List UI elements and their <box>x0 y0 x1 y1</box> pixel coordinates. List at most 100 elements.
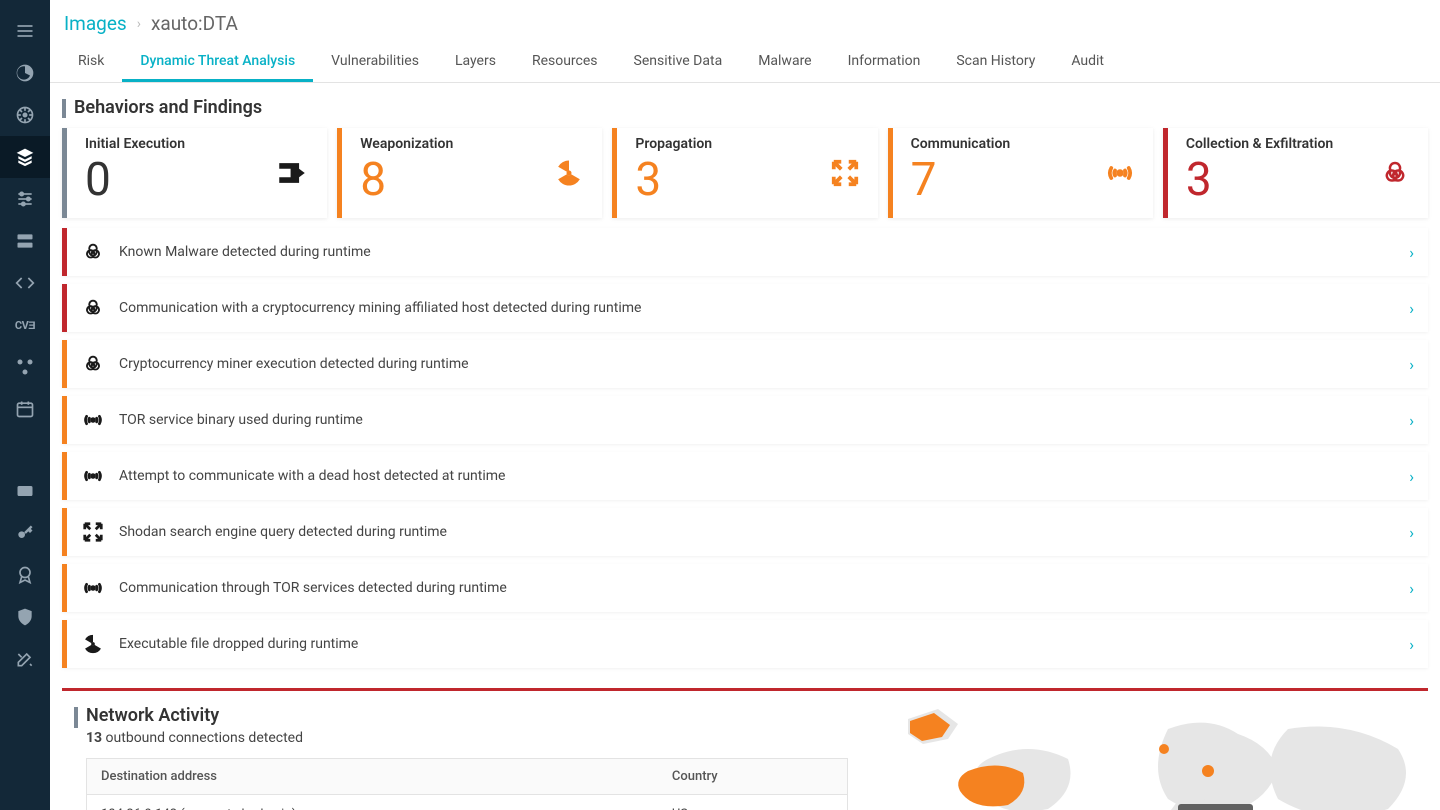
finding-row[interactable]: Attempt to communicate with a dead host … <box>62 452 1428 500</box>
sidebar-menu[interactable] <box>0 10 50 52</box>
finding-text: Executable file dropped during runtime <box>119 636 1395 652</box>
tab-information[interactable]: Information <box>830 43 939 82</box>
section-title: Behaviors and Findings <box>50 83 1440 128</box>
radiation-icon <box>554 158 584 188</box>
finding-text: Known Malware detected during runtime <box>119 244 1395 260</box>
stat-card-weaponization[interactable]: Weaponization8 <box>337 128 602 218</box>
card-title: Initial Execution <box>85 136 185 152</box>
finding-row[interactable]: Communication through TOR services detec… <box>62 564 1428 612</box>
map-svg <box>868 699 1428 810</box>
stat-card-propagation[interactable]: Propagation3 <box>612 128 877 218</box>
card-title: Weaponization <box>360 136 453 152</box>
tab-audit[interactable]: Audit <box>1053 43 1122 82</box>
sidebar-calendar-icon[interactable] <box>0 388 50 430</box>
card-value: 0 <box>85 153 111 207</box>
biohazard-icon <box>1380 158 1410 188</box>
card-title: Collection & Exfiltration <box>1186 136 1333 152</box>
stat-card-initial-execution[interactable]: Initial Execution0 <box>62 128 327 218</box>
sidebar-nodes-icon[interactable] <box>0 346 50 388</box>
sidebar-code-icon[interactable] <box>0 262 50 304</box>
chevron-right-icon[interactable]: › <box>1409 299 1414 318</box>
tab-risk[interactable]: Risk <box>60 43 122 82</box>
card-value: 3 <box>1186 153 1212 207</box>
chevron-right-icon[interactable]: › <box>1409 467 1414 486</box>
network-title: Network Activity <box>62 691 848 730</box>
sidebar-cve-icon[interactable]: CVƎ <box>0 304 50 346</box>
chevron-right-icon[interactable]: › <box>1409 579 1414 598</box>
stat-card-collection-exfiltration[interactable]: Collection & Exfiltration3 <box>1163 128 1428 218</box>
exec-icon <box>275 156 309 190</box>
finding-row[interactable]: Shodan search engine query detected duri… <box>62 508 1428 556</box>
finding-row[interactable]: Executable file dropped during runtime › <box>62 620 1428 668</box>
expand-icon <box>830 158 860 188</box>
findings-list: Known Malware detected during runtime › Co… <box>50 218 1440 668</box>
breadcrumb-current: xauto:DTA <box>151 12 238 35</box>
radiation-icon <box>81 633 105 655</box>
world-map[interactable]: Romania <box>868 691 1428 810</box>
chevron-right-icon[interactable]: › <box>1409 243 1414 262</box>
sidebar-badge-icon[interactable] <box>0 554 50 596</box>
stat-card-communication[interactable]: Communication7 <box>888 128 1153 218</box>
finding-text: Communication through TOR services detec… <box>119 580 1395 596</box>
finding-text: Communication with a cryptocurrency mini… <box>119 300 1395 316</box>
card-title: Communication <box>911 136 1011 152</box>
sidebar-layers-icon[interactable] <box>0 136 50 178</box>
col-country: Country <box>658 759 848 795</box>
breadcrumb-root[interactable]: Images <box>64 12 127 35</box>
cell-destination: 104.26.8.142 (account.shodan.io) <box>87 795 658 810</box>
chevron-right-icon[interactable]: › <box>1409 523 1414 542</box>
signal-icon <box>81 465 105 487</box>
network-count: 13 <box>86 730 102 746</box>
finding-row[interactable]: TOR service binary used during runtime › <box>62 396 1428 444</box>
tab-resources[interactable]: Resources <box>514 43 616 82</box>
tab-vulnerabilities[interactable]: Vulnerabilities <box>313 43 437 82</box>
tab-malware[interactable]: Malware <box>740 43 829 82</box>
network-table: Destination address Country 104.26.8.142… <box>86 758 848 810</box>
sidebar-card-icon[interactable] <box>0 470 50 512</box>
chevron-right-icon[interactable]: › <box>1409 635 1414 654</box>
finding-text: Attempt to communicate with a dead host … <box>119 468 1395 484</box>
chevron-right-icon[interactable]: › <box>1409 355 1414 374</box>
sidebar-key-icon[interactable] <box>0 512 50 554</box>
sidebar: CVƎ <box>0 0 50 810</box>
sidebar-tools-icon[interactable] <box>0 638 50 680</box>
sidebar-sliders-icon[interactable] <box>0 178 50 220</box>
finding-row[interactable]: Communication with a cryptocurrency mini… <box>62 284 1428 332</box>
sidebar-server-icon[interactable] <box>0 220 50 262</box>
signal-icon <box>81 577 105 599</box>
tab-dynamic-threat-analysis[interactable]: Dynamic Threat Analysis <box>122 43 313 82</box>
biohazard-icon <box>81 353 105 375</box>
card-value: 3 <box>635 153 661 207</box>
finding-text: Shodan search engine query detected duri… <box>119 524 1395 540</box>
card-title: Propagation <box>635 136 712 152</box>
stat-cards: Initial Execution0Weaponization8Propagat… <box>50 128 1440 218</box>
chevron-right-icon[interactable]: › <box>1409 411 1414 430</box>
sidebar-shield-icon[interactable] <box>0 596 50 638</box>
chevron-right-icon: › <box>137 16 141 32</box>
sidebar-steering-icon[interactable] <box>0 94 50 136</box>
tabs: RiskDynamic Threat AnalysisVulnerabiliti… <box>50 43 1440 83</box>
main: Images › xauto:DTA RiskDynamic Threat An… <box>50 0 1440 810</box>
table-row[interactable]: 104.26.8.142 (account.shodan.io)US <box>87 795 848 810</box>
biohazard-icon <box>81 241 105 263</box>
finding-text: TOR service binary used during runtime <box>119 412 1395 428</box>
content: Behaviors and Findings Initial Execution… <box>50 83 1440 810</box>
sidebar-dashboard-icon[interactable] <box>0 52 50 94</box>
network-subtitle: 13 outbound connections detected <box>62 730 848 758</box>
finding-text: Cryptocurrency miner execution detected … <box>119 356 1395 372</box>
finding-row[interactable]: Known Malware detected during runtime › <box>62 228 1428 276</box>
finding-row[interactable]: Cryptocurrency miner execution detected … <box>62 340 1428 388</box>
biohazard-icon <box>81 297 105 319</box>
signal-icon <box>1105 158 1135 188</box>
tab-scan-history[interactable]: Scan History <box>938 43 1053 82</box>
col-destination: Destination address <box>87 759 658 795</box>
cell-country: US <box>658 795 848 810</box>
tab-sensitive-data[interactable]: Sensitive Data <box>616 43 741 82</box>
breadcrumb: Images › xauto:DTA <box>50 0 1440 43</box>
tab-layers[interactable]: Layers <box>437 43 514 82</box>
signal-icon <box>81 409 105 431</box>
card-value: 7 <box>911 153 937 207</box>
card-value: 8 <box>360 153 386 207</box>
expand-icon <box>81 521 105 543</box>
network-sub-suffix: outbound connections detected <box>102 730 303 746</box>
